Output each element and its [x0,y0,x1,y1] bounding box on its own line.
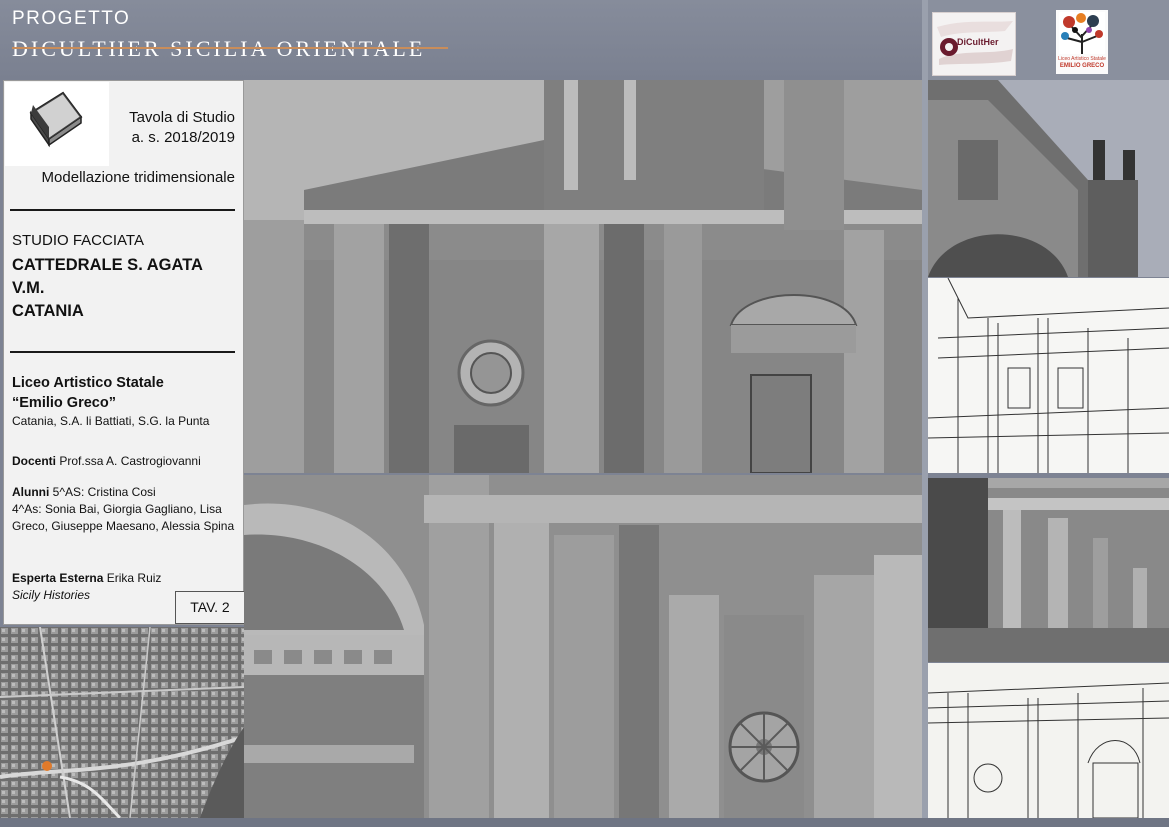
cube-icon [29,91,83,148]
docenti-label: Docenti [12,454,57,468]
cube-box [5,82,109,166]
liceo-logo: Liceo Artistico Statale EMILIO GRECO [1056,10,1108,74]
facade-side-render-image [928,478,1169,662]
tav-number: TAV. 2 [175,591,245,624]
project-label: PROGETTO [12,8,131,29]
liceo-logo-line1: Liceo Artistico Statale [1058,56,1106,62]
esperta-value: Erika Ruiz [106,571,162,585]
alunni-block: Alunni 5^AS: Cristina Cosi 4^As: Sonia B… [12,484,237,535]
dicult-logo: DiCultHer [932,12,1016,76]
alunni-value: 5^AS: Cristina Cosi [52,485,156,499]
line-drawing-image-2 [928,663,1169,818]
school-location: Catania, S.A. li Battiati, S.G. la Punta [12,414,210,428]
docenti-line: Docenti Prof.ssa A. Castrogiovanni [12,453,237,470]
header-bar: PROGETTO DICULTHER SICILIA ORIENTALE [0,0,925,80]
tavola-heading: Tavola di Studio a. s. 2018/2019 [129,108,235,148]
liceo-logo-line2: EMILIO GRECO [1059,63,1105,69]
info-panel: Tavola di Studio a. s. 2018/2019 Modella… [3,80,245,625]
city-map-image [0,627,244,818]
render-main-top [244,80,922,473]
school-line1: Liceo Artistico Statale [12,375,164,391]
studio-label: STUDIO FACCIATA [12,232,144,249]
subject-line3: CATANIA [12,302,84,320]
tavola-line2: a. s. 2018/2019 [131,129,235,146]
corner-render-image [928,80,1169,277]
docenti-value: Prof.ssa A. Castrogiovanni [59,454,201,468]
tree-icon [1059,12,1105,54]
school-name: Liceo Artistico Statale “Emilio Greco” [12,373,164,413]
dicult-logo-text: DiCultHer [957,37,999,47]
line-drawing-image-1 [928,278,1169,473]
render-side-1 [928,80,1169,277]
title-strike-line [12,47,448,49]
render-main-bottom [244,475,922,818]
modellazione-label: Modellazione tridimensionale [41,169,235,186]
facade-render-image [244,80,922,473]
alunni-more: 4^As: Sonia Bai, Giorgia Gagliano, Lisa … [12,502,235,533]
column-divider [922,0,928,827]
subject-title: CATTEDRALE S. AGATA V.M. CATANIA [12,254,203,323]
map-marker-icon [42,761,52,771]
subject-line2: V.M. [12,279,45,297]
divider-rule [10,209,235,211]
alunni-label: Alunni [12,485,50,499]
render-side-3 [928,478,1169,662]
location-map [0,627,244,818]
school-line2: “Emilio Greco” [12,395,116,411]
subject-line1: CATTEDRALE S. AGATA [12,256,203,274]
divider-rule [10,351,235,353]
project-title: DICULTHER SICILIA ORIENTALE [12,36,426,61]
render-side-4 [928,663,1169,818]
esperta-label: Esperta Esterna [12,571,104,585]
facade-detail-render-image [244,475,922,818]
render-side-2 [928,278,1169,473]
bottom-bar [0,818,1169,827]
tavola-line1: Tavola di Studio [129,109,235,126]
